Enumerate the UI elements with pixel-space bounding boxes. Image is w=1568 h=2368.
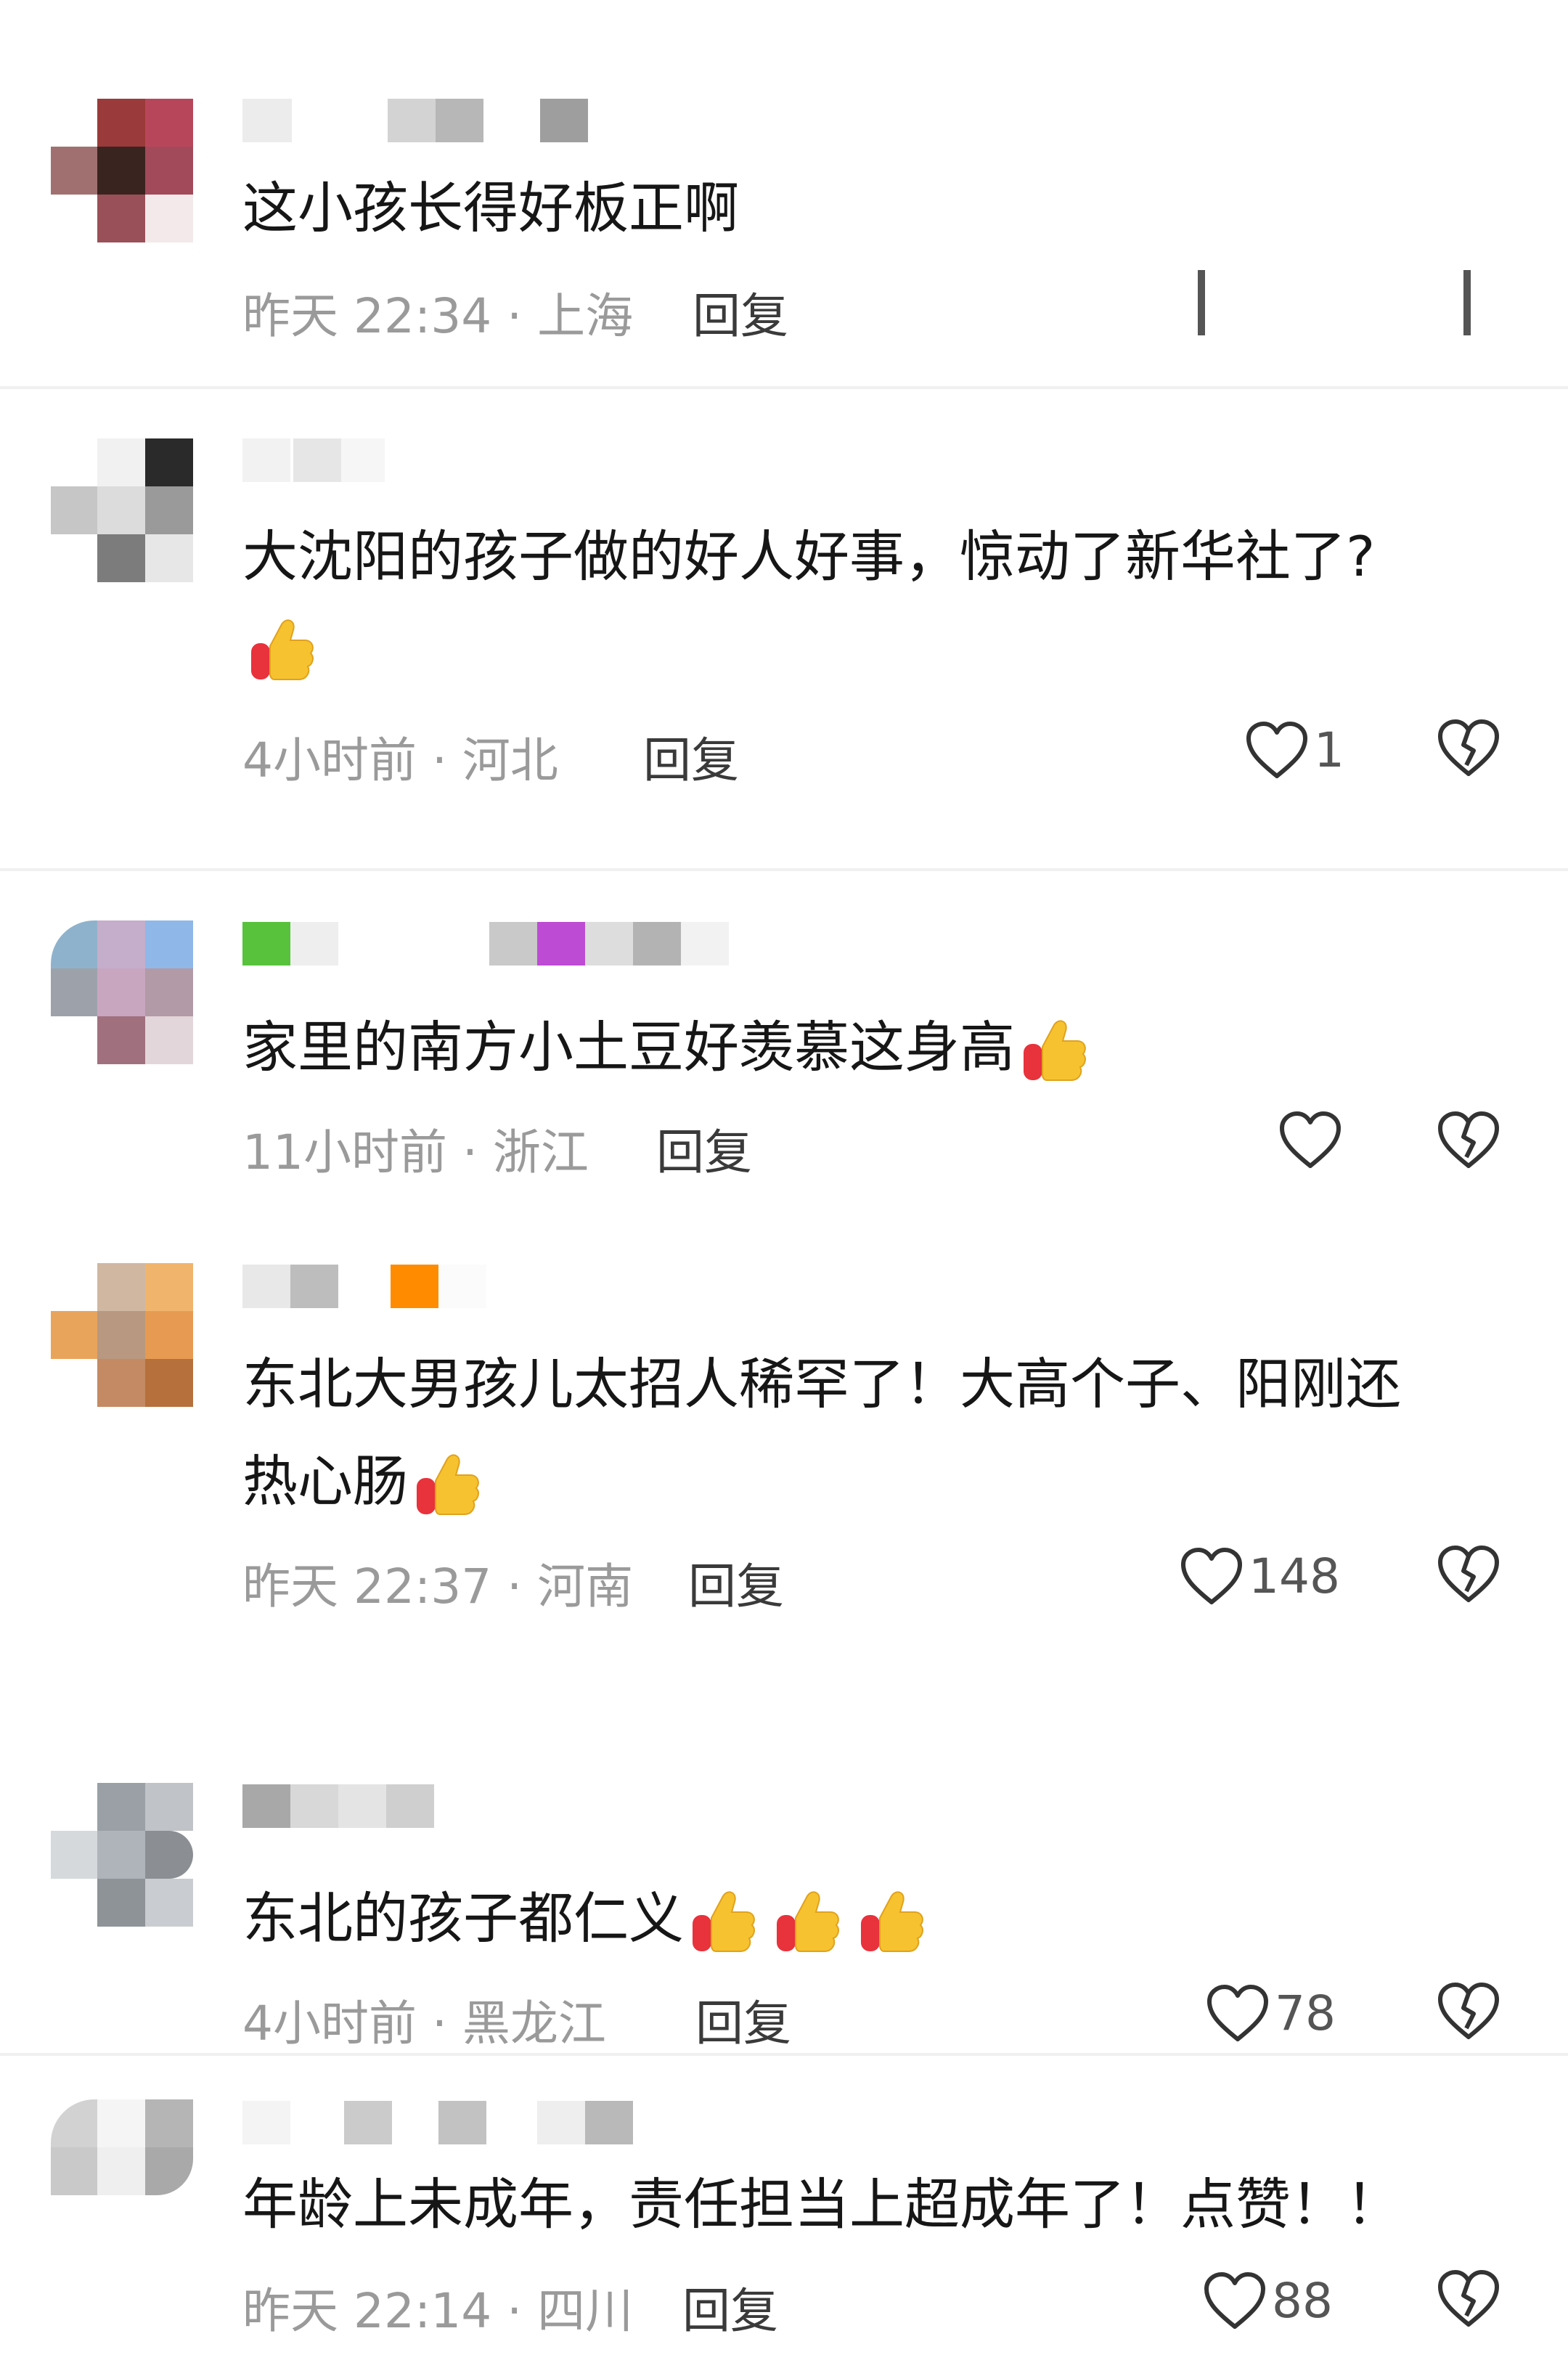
broken-heart-icon[interactable] [1436,717,1501,778]
comment-meta: 4小时前 · 河北 [242,732,558,788]
thumbs-up-emoji-icon [245,614,318,687]
thumbs-up-emoji-icon [771,1886,844,1959]
avatar[interactable] [51,438,196,584]
avatar[interactable] [51,1783,196,1928]
comment-text: 东北大男孩儿太招人稀罕了！大高个子、阳刚还 [242,1352,1401,1416]
comment-text: 大沈阳的孩子做的好人好事，惊动了新华社了? [242,524,1376,589]
divider [0,868,1568,871]
avatar[interactable] [51,920,196,1066]
thumbs-up-emoji-icon [411,1449,483,1522]
username-blurred[interactable] [242,2101,765,2144]
username-blurred[interactable] [242,99,649,142]
avatar[interactable] [51,2099,196,2245]
thumbs-up-emoji-icon [687,1886,759,1959]
heart-outline-icon [1179,1546,1244,1606]
heart-outline-icon [1244,719,1310,780]
divider [0,2053,1568,2056]
username-blurred[interactable] [242,438,460,482]
username-blurred[interactable] [242,1784,504,1828]
comment-text: 年龄上未成年，责任担当上超成年了！点赞！！ [242,2172,1401,2237]
reply-button[interactable]: 回复 [688,1548,784,1617]
dislike-button[interactable] [1463,270,1471,335]
broken-heart-icon[interactable] [1436,2268,1501,2329]
comment-meta: 昨天 22:37 · 河南 [242,1559,634,1614]
like-button[interactable]: 78 [1205,1980,1336,2046]
avatar[interactable] [51,1263,196,1408]
heart-outline-icon [1205,1983,1270,2044]
like-count: 88 [1272,2272,1333,2329]
like-count: 78 [1275,1985,1336,2041]
broken-heart-icon[interactable] [1436,1543,1501,1604]
avatar[interactable] [51,99,196,244]
comment-text: 这小孩长得好板正啊 [242,176,739,240]
comment-text: 东北的孩子都仁义 [242,1870,928,1967]
comment-text-line2: 热心肠 [242,1433,483,1530]
like-count: 148 [1249,1548,1340,1604]
heart-outline-icon [1202,2270,1267,2331]
broken-heart-icon[interactable] [1436,1980,1501,2041]
thumbs-up-emoji-icon [855,1886,928,1959]
comment-meta: 11小时前 · 浙江 [242,1124,589,1180]
divider [0,386,1568,389]
like-button[interactable]: 88 [1202,2268,1333,2333]
reply-button[interactable]: 回复 [643,722,739,791]
username-blurred[interactable] [242,922,794,965]
like-button[interactable]: 148 [1179,1543,1340,1609]
broken-heart-icon[interactable] [1436,1109,1501,1170]
comment-meta: 昨天 22:14 · 四川 [242,2283,634,2339]
reply-button[interactable]: 回复 [656,1114,752,1183]
like-button[interactable]: 1 [1244,717,1344,783]
like-button[interactable] [1198,270,1205,335]
reply-button[interactable]: 回复 [682,2272,778,2342]
reply-button[interactable]: 回复 [693,277,788,347]
reply-button[interactable]: 回复 [695,1985,791,2054]
thumbs-up-emoji-icon [1018,1015,1090,1087]
comment-meta: 昨天 22:34 · 上海 [242,288,634,344]
username-blurred[interactable] [242,1265,504,1308]
comment-meta: 4小时前 · 黑龙江 [242,1996,606,2051]
heart-outline-icon[interactable] [1278,1109,1343,1170]
comment-text: 家里的南方小土豆好羡慕这身高 [242,999,1090,1096]
like-count: 1 [1314,722,1344,778]
